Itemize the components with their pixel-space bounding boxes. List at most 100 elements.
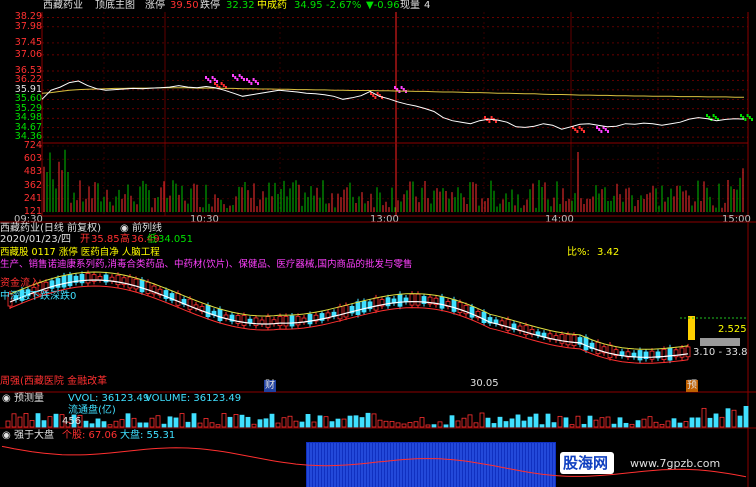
daily-candle-body — [205, 304, 211, 318]
daily-volume-bar — [467, 414, 473, 428]
daily-volume-bar — [5, 420, 11, 428]
daily-volume-bar — [329, 421, 335, 428]
watermark-brand: 股海网 — [563, 454, 609, 472]
daily-volume-bar — [611, 423, 617, 428]
daily-candle-body — [283, 316, 289, 327]
daily-volume-bar — [617, 417, 623, 428]
daily-candle-body — [415, 293, 421, 306]
daily-candle-body — [457, 302, 463, 313]
daily-candle-body — [385, 297, 391, 307]
daily-candle-body — [523, 325, 529, 336]
daily-volume-bars — [5, 405, 749, 428]
daily-volume-bar — [449, 415, 455, 428]
strength-panel-icon[interactable]: ◉ — [2, 430, 11, 442]
daily-volume-bar — [701, 407, 707, 428]
low-label: 低 — [147, 234, 157, 245]
daily-volume-bar — [509, 418, 515, 428]
daily-date: 2020/01/23/四 — [0, 234, 72, 245]
daily-candle-body — [307, 313, 313, 325]
daily-volume-bar — [683, 421, 689, 428]
daily-volume-bar — [215, 424, 221, 428]
daily-volume-bar — [395, 422, 401, 428]
daily-volume-bar — [245, 416, 251, 428]
daily-candle-body — [571, 334, 577, 347]
daily-volume-bar — [419, 417, 425, 428]
daily-volume-bar — [95, 418, 101, 428]
daily-volume-bar — [599, 417, 605, 428]
daily-volume-bar — [233, 414, 239, 428]
strength-panel-title[interactable]: 强于大盘 — [14, 430, 54, 442]
daily-volume-bar — [161, 423, 167, 428]
daily-candle-body — [265, 316, 271, 328]
daily-volume-bar — [305, 414, 311, 428]
daily-candle-body — [337, 306, 343, 320]
low-value: 34.051 — [158, 234, 193, 245]
daily-volume-bar — [263, 418, 269, 428]
daily-candle-body — [505, 319, 511, 331]
finance-event-badge[interactable]: 财 — [264, 380, 276, 392]
daily-volume-bar — [149, 417, 155, 428]
daily-volume-bar — [191, 413, 197, 428]
daily-volume-bar — [203, 418, 209, 428]
volume-panel-title[interactable]: 预测量 — [14, 393, 44, 405]
daily-volume-bar — [689, 417, 695, 428]
daily-volume-bar — [113, 420, 119, 428]
daily-volume-bar — [155, 415, 161, 428]
daily-volume-bar — [11, 413, 17, 428]
daily-volume-bar — [35, 413, 41, 428]
daily-volume-bar — [425, 424, 431, 428]
daily-volume-bar — [293, 420, 299, 428]
daily-candle-body — [685, 346, 691, 358]
range-label: 3.10 - 33.8 — [693, 347, 748, 358]
daily-volume-bar — [173, 417, 179, 428]
daily-volume-bar — [659, 423, 665, 428]
daily-volume-bar — [677, 422, 683, 428]
daily-volume-bar — [737, 415, 743, 428]
daily-candle-body — [361, 300, 367, 313]
float-share-value: 456 — [62, 416, 82, 427]
forecast-event-badge[interactable]: 预 — [686, 380, 698, 392]
daily-volume-bar — [275, 422, 281, 428]
daily-candle-body — [289, 315, 295, 327]
daily-volume-bar — [341, 418, 347, 428]
highlight-candle-yellow — [688, 316, 695, 340]
daily-volume-bar — [605, 416, 611, 428]
daily-volume-bar — [563, 417, 569, 428]
daily-candle-body — [115, 274, 121, 286]
open-value: 35.85 — [91, 234, 120, 245]
daily-volume-bar — [485, 417, 491, 428]
daily-volume-bar — [299, 421, 305, 428]
daily-volume-bar — [23, 413, 29, 428]
daily-candle-body — [481, 311, 487, 324]
ratio-label: 比%: — [567, 247, 590, 258]
daily-volume-bar — [719, 416, 725, 428]
daily-volume-bar — [221, 413, 227, 428]
daily-volume-bar — [17, 416, 23, 428]
daily-volume-bar — [503, 421, 509, 428]
open-label: 开 — [80, 234, 90, 245]
daily-volume-bar — [185, 421, 191, 428]
daily-volume-bar — [743, 405, 749, 428]
daily-volume-bar — [377, 419, 383, 428]
daily-volume-bar — [575, 415, 581, 428]
daily-volume-bar — [131, 417, 137, 428]
stock-strength-value: 个股: 67.06 — [62, 430, 118, 441]
daily-volume-bar — [53, 413, 59, 428]
daily-volume-bar — [311, 421, 317, 428]
daily-candle-body — [637, 350, 643, 361]
daily-volume-bar — [287, 415, 293, 428]
daily-candle-body — [565, 334, 571, 346]
daily-candle-body — [373, 297, 379, 311]
daily-candle-body — [61, 275, 67, 288]
daily-volume-bar — [461, 417, 467, 428]
left-note-1: 中深总下跌深跌0 — [0, 291, 77, 302]
daily-volume-bar — [323, 416, 329, 428]
daily-volume-bar — [491, 423, 497, 428]
daily-volume-bar — [569, 424, 575, 428]
daily-volume-bar — [359, 417, 365, 428]
index-strength-value: 大盘: 55.31 — [120, 430, 176, 441]
daily-candle-body — [253, 317, 259, 326]
daily-candle-body — [595, 341, 601, 355]
daily-volume-bar — [197, 422, 203, 428]
volume-panel-icon[interactable]: ◉ — [2, 393, 11, 405]
